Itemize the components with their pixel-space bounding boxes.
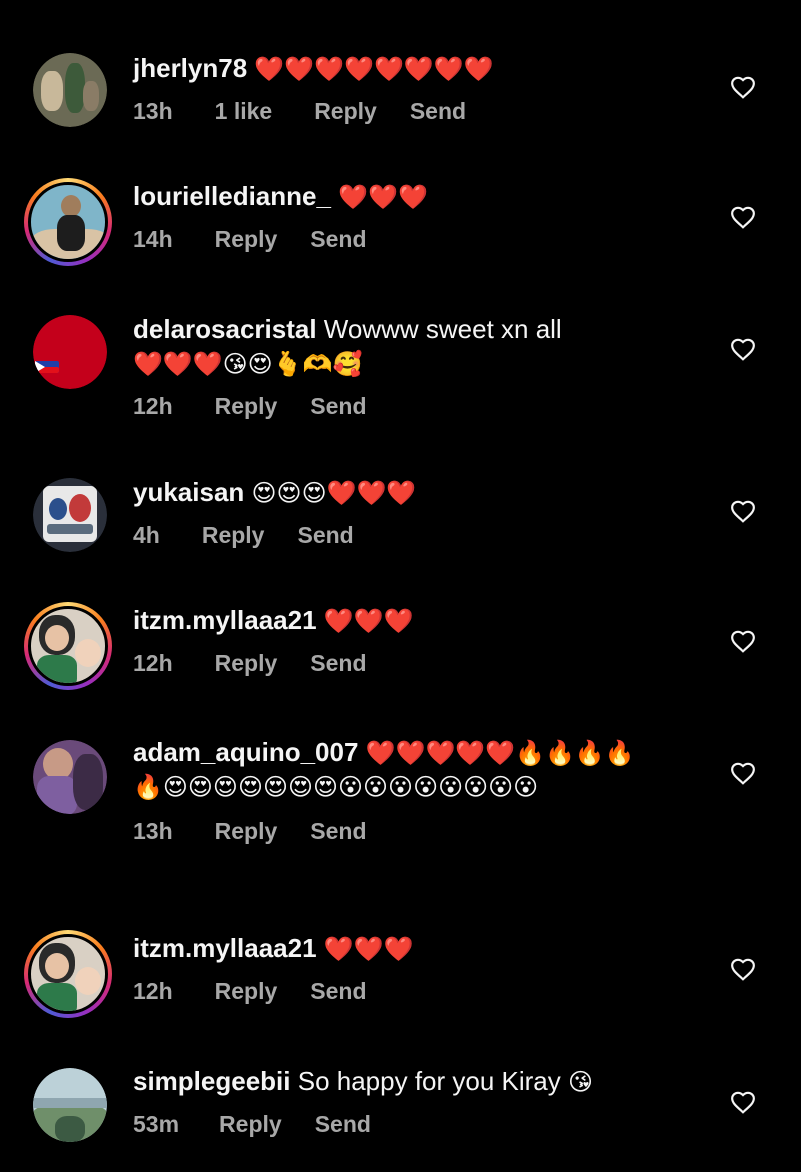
reply-button[interactable]: Reply [215,650,278,677]
like-heart-icon[interactable] [728,496,758,526]
send-button[interactable]: Send [310,650,366,677]
comment-emoji: 😘 [567,1069,594,1096]
comments-feed: jherlyn78 ❤️❤️❤️❤️❤️❤️❤️❤️ 13h 1 like Re… [0,0,801,1172]
avatar-photo [33,315,107,389]
comment-timestamp: 13h [133,98,173,124]
send-button[interactable]: Send [297,522,353,549]
avatar-photo [33,53,107,127]
avatar-photo [28,606,108,686]
comment-username[interactable]: yukaisan [133,477,244,507]
avatar[interactable] [33,53,107,127]
comment-timestamp: 14h [133,226,173,252]
reply-button[interactable]: Reply [314,98,377,125]
comment-timestamp: 53m [133,1111,180,1137]
comment-emoji: ❤️❤️❤️❤️❤️❤️❤️❤️ [254,56,494,83]
comment-username[interactable]: itzm.myllaaa21 [133,933,317,963]
reply-button[interactable]: Reply [215,978,278,1005]
avatar[interactable] [33,740,107,814]
comment-username[interactable]: jherlyn78 [133,53,247,83]
comment-username[interactable]: delarosacristal [133,314,317,344]
comment-emoji: 😍😍😍❤️❤️❤️ [251,480,417,507]
avatar-photo [33,1068,107,1142]
like-heart-icon[interactable] [728,1087,758,1117]
send-button[interactable]: Send [310,393,366,420]
reply-button[interactable]: Reply [215,393,278,420]
comment-username[interactable]: simplegeebii [133,1066,291,1096]
avatar[interactable] [24,930,112,1018]
avatar[interactable] [24,602,112,690]
like-heart-icon[interactable] [728,334,758,364]
comment-emoji: ❤️❤️❤️😘😍🫰🫶🥰 [133,351,363,378]
comment-username[interactable]: adam_aquino_007 [133,737,358,767]
like-heart-icon[interactable] [728,202,758,232]
reply-button[interactable]: Reply [219,1111,282,1138]
avatar[interactable] [24,178,112,266]
comment-emoji: ❤️❤️❤️ [338,184,428,211]
like-heart-icon[interactable] [728,954,758,984]
avatar-photo [33,478,107,552]
avatar[interactable] [33,1068,107,1142]
send-button[interactable]: Send [310,226,366,253]
avatar[interactable] [33,478,107,552]
comment-emoji: 🔥😍😍😍😍😍😍😍😮😮😮😮😮😮😮😮 [133,774,539,801]
like-heart-icon[interactable] [728,626,758,656]
comment-emoji: ❤️❤️❤️❤️❤️🔥🔥🔥🔥 [365,740,635,767]
comment-likes-count[interactable]: 1 like [215,98,273,125]
avatar-photo [28,934,108,1014]
comment-timestamp: 13h [133,818,173,844]
comment-emoji: ❤️❤️❤️ [323,608,414,635]
reply-button[interactable]: Reply [215,226,278,253]
avatar-photo [33,740,107,814]
like-heart-icon[interactable] [728,72,758,102]
comment-username[interactable]: lourielledianne_ [133,181,331,211]
reply-button[interactable]: Reply [215,818,278,845]
send-button[interactable]: Send [310,978,366,1005]
send-button[interactable]: Send [410,98,466,125]
comment-timestamp: 12h [133,650,173,676]
like-heart-icon[interactable] [728,758,758,788]
comment-timestamp: 12h [133,393,173,419]
comment-text: So happy for you Kiray [290,1066,568,1096]
send-button[interactable]: Send [315,1111,371,1138]
avatar[interactable] [33,315,107,389]
comment-text: Wowww sweet xn all [316,314,562,344]
comment-username[interactable]: itzm.myllaaa21 [133,605,317,635]
comment-timestamp: 12h [133,978,173,1004]
send-button[interactable]: Send [310,818,366,845]
comment-timestamp: 4h [133,522,160,548]
avatar-photo [28,182,108,262]
reply-button[interactable]: Reply [202,522,265,549]
comment-emoji: ❤️❤️❤️ [323,936,414,963]
